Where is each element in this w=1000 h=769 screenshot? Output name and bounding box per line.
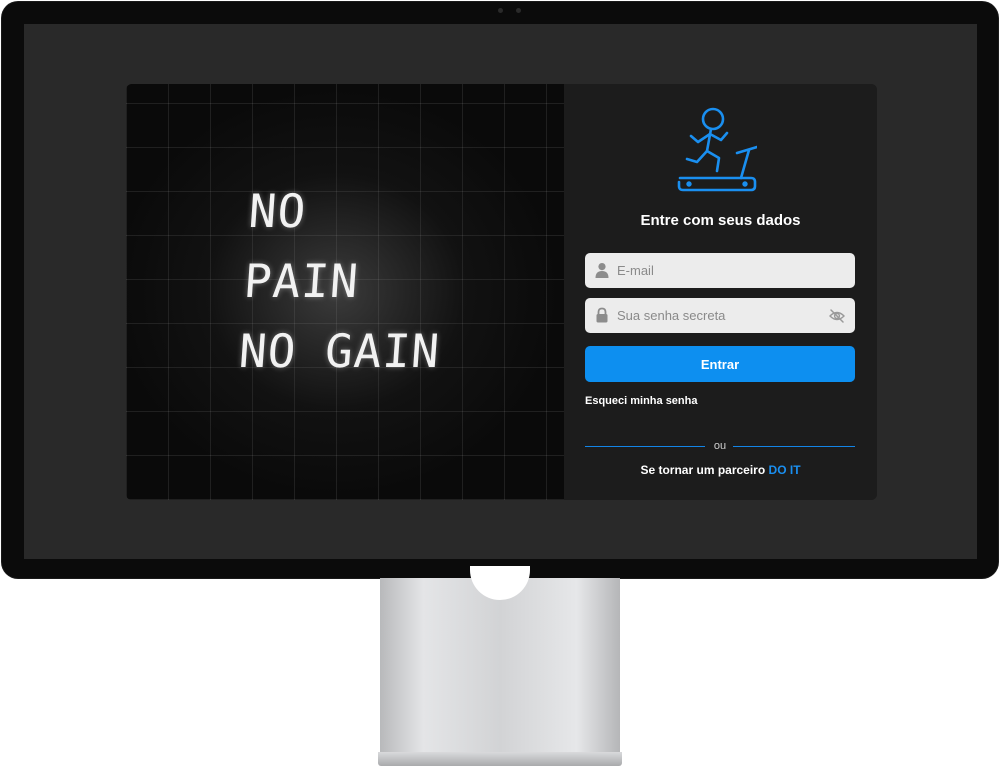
forgot-password-link[interactable]: Esqueci minha senha — [585, 395, 697, 407]
sensor-dot — [516, 8, 521, 13]
password-field-container — [585, 298, 855, 333]
monitor-screen: NO PAIN NO GAIN Entre com seus dados E-m… — [24, 24, 977, 559]
partner-text: Se tornar um parceiro — [640, 463, 766, 477]
hero-line-3: NO GAIN — [237, 324, 442, 378]
hero-slogan: NO PAIN NO GAIN — [237, 176, 453, 386]
password-input[interactable] — [617, 298, 822, 333]
monitor-stand — [380, 578, 620, 758]
login-button[interactable]: Entrar — [585, 346, 855, 382]
partner-prompt: Se tornar um parceiro DO IT — [564, 463, 877, 477]
eye-slash-icon[interactable] — [828, 307, 846, 325]
hero-line-2: PAIN — [242, 254, 361, 308]
lock-icon — [596, 307, 608, 323]
camera-dot — [498, 8, 503, 13]
hero-line-1: NO — [247, 184, 309, 238]
email-field-container — [585, 253, 855, 288]
monitor-stand-base — [378, 752, 622, 766]
monitor-frame: NO PAIN NO GAIN Entre com seus dados E-m… — [2, 2, 998, 578]
login-card: NO PAIN NO GAIN Entre com seus dados E-m… — [126, 84, 877, 500]
hero-image: NO PAIN NO GAIN — [126, 84, 564, 500]
or-divider: ou — [585, 440, 855, 454]
partner-link[interactable]: DO IT — [769, 463, 801, 477]
login-title: Entre com seus dados — [640, 212, 801, 229]
treadmill-runner-icon — [677, 107, 757, 192]
login-panel: Entre com seus dados E-mail Entrar Esque… — [564, 84, 877, 500]
email-input[interactable] — [617, 253, 822, 288]
user-icon — [595, 263, 609, 278]
divider-line-right — [733, 446, 855, 447]
